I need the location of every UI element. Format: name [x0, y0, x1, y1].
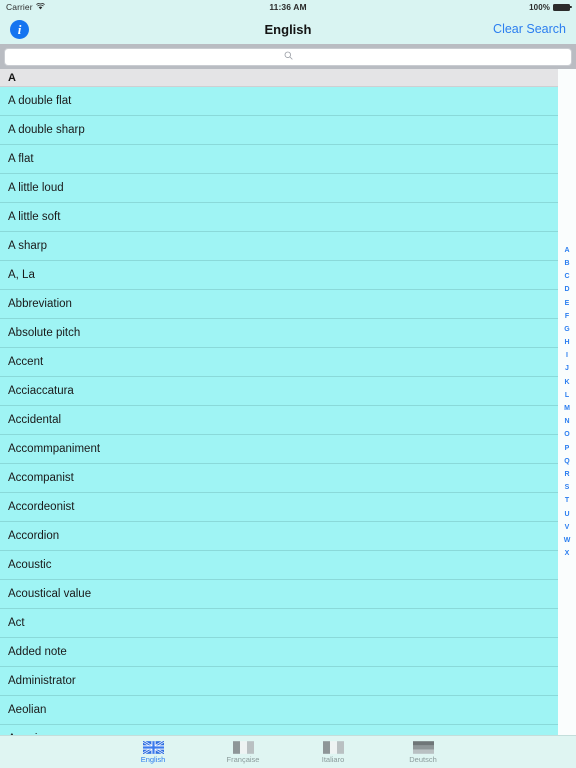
index-letter-p[interactable]: P [558, 442, 576, 455]
index-letter-j[interactable]: J [558, 362, 576, 375]
list-item[interactable]: A flat [0, 145, 558, 174]
index-letter-w[interactable]: W [558, 534, 576, 547]
list-item[interactable]: Act [0, 609, 558, 638]
tab-english[interactable]: English [122, 740, 184, 764]
page-title: English [264, 21, 312, 37]
search-bar [0, 44, 576, 69]
info-circle-icon[interactable]: i [10, 19, 29, 39]
list-item[interactable]: Absolute pitch [0, 319, 558, 348]
tab-bar: English Française Italiaro Deutsch [0, 735, 576, 768]
index-letter-x[interactable]: X [558, 547, 576, 560]
index-letter-l[interactable]: L [558, 389, 576, 402]
list-item[interactable]: Added note [0, 638, 558, 667]
term-list[interactable]: A A double flat A double sharp A flat A lit… [0, 69, 558, 735]
tab-franaise[interactable]: Française [212, 740, 274, 764]
index-letter-u[interactable]: U [558, 508, 576, 521]
tab-deutsch[interactable]: Deutsch [392, 740, 454, 764]
list-item[interactable]: Accordeonist [0, 493, 558, 522]
list-item[interactable]: Accordion [0, 522, 558, 551]
index-letter-b[interactable]: B [558, 257, 576, 270]
flag-italy-icon [322, 740, 344, 754]
index-letter-v[interactable]: V [558, 521, 576, 534]
index-letter-i[interactable]: I [558, 349, 576, 362]
status-bar-left: Carrier [6, 2, 192, 12]
index-letter-q[interactable]: Q [558, 455, 576, 468]
tab-label: Deutsch [409, 754, 437, 764]
app-root: Carrier 11:36 AM 100% i English Clear Se… [0, 0, 576, 768]
list-item[interactable]: A double sharp [0, 116, 558, 145]
list-item[interactable]: Acciaccatura [0, 377, 558, 406]
wifi-icon [35, 2, 45, 12]
list-item[interactable]: Acoustical value [0, 580, 558, 609]
battery-full-icon [552, 3, 572, 11]
alphabet-index[interactable]: ABCDEFGHIJKLMNOPQRSTUVWX [558, 69, 576, 735]
list-item[interactable]: Administrator [0, 667, 558, 696]
index-letter-n[interactable]: N [558, 415, 576, 428]
index-letter-d[interactable]: D [558, 283, 576, 296]
status-bar-time: 11:36 AM [269, 2, 307, 12]
list-item[interactable]: A little loud [0, 174, 558, 203]
list-item[interactable]: A, La [0, 261, 558, 290]
status-bar-right: 100% [384, 2, 572, 12]
clear-search-button[interactable]: Clear Search [493, 22, 566, 36]
tab-italiaro[interactable]: Italiaro [302, 740, 364, 764]
list-item[interactable]: Accompanist [0, 464, 558, 493]
list-item[interactable]: A sharp [0, 232, 558, 261]
list-item[interactable]: Accommpaniment [0, 435, 558, 464]
index-letter-k[interactable]: K [558, 376, 576, 389]
index-letter-f[interactable]: F [558, 310, 576, 323]
list-container: A A double flat A double sharp A flat A lit… [0, 69, 576, 735]
nav-bar: i English Clear Search [0, 14, 576, 44]
search-field[interactable] [4, 47, 572, 66]
list-item[interactable]: Abbreviation [0, 290, 558, 319]
index-letter-e[interactable]: E [558, 297, 576, 310]
section-header: A [0, 69, 558, 87]
list-item[interactable]: Agogic [0, 725, 558, 735]
carrier-label: Carrier [6, 2, 33, 12]
list-item[interactable]: A double flat [0, 87, 558, 116]
tab-label: Française [226, 754, 260, 764]
index-letter-c[interactable]: C [558, 270, 576, 283]
index-letter-a[interactable]: A [558, 244, 576, 257]
list-item[interactable]: Accent [0, 348, 558, 377]
list-item[interactable]: Aeolian [0, 696, 558, 725]
index-letter-s[interactable]: S [558, 481, 576, 494]
list-item[interactable]: A little soft [0, 203, 558, 232]
list-item[interactable]: Acoustic [0, 551, 558, 580]
index-letter-r[interactable]: R [558, 468, 576, 481]
tab-label: English [140, 754, 166, 764]
flag-uk-icon [142, 740, 164, 754]
info-button-label: i [17, 21, 22, 37]
status-bar: Carrier 11:36 AM 100% [0, 0, 576, 14]
index-letter-m[interactable]: M [558, 402, 576, 415]
flag-germany-icon [412, 740, 434, 754]
tab-label: Italiaro [321, 754, 345, 764]
index-letter-h[interactable]: H [558, 336, 576, 349]
index-letter-g[interactable]: G [558, 323, 576, 336]
battery-percent-label: 100% [529, 2, 550, 12]
list-item[interactable]: Accidental [0, 406, 558, 435]
index-letter-t[interactable]: T [558, 494, 576, 507]
index-letter-o[interactable]: O [558, 428, 576, 441]
flag-france-icon [232, 740, 254, 754]
search-input[interactable] [5, 48, 571, 65]
